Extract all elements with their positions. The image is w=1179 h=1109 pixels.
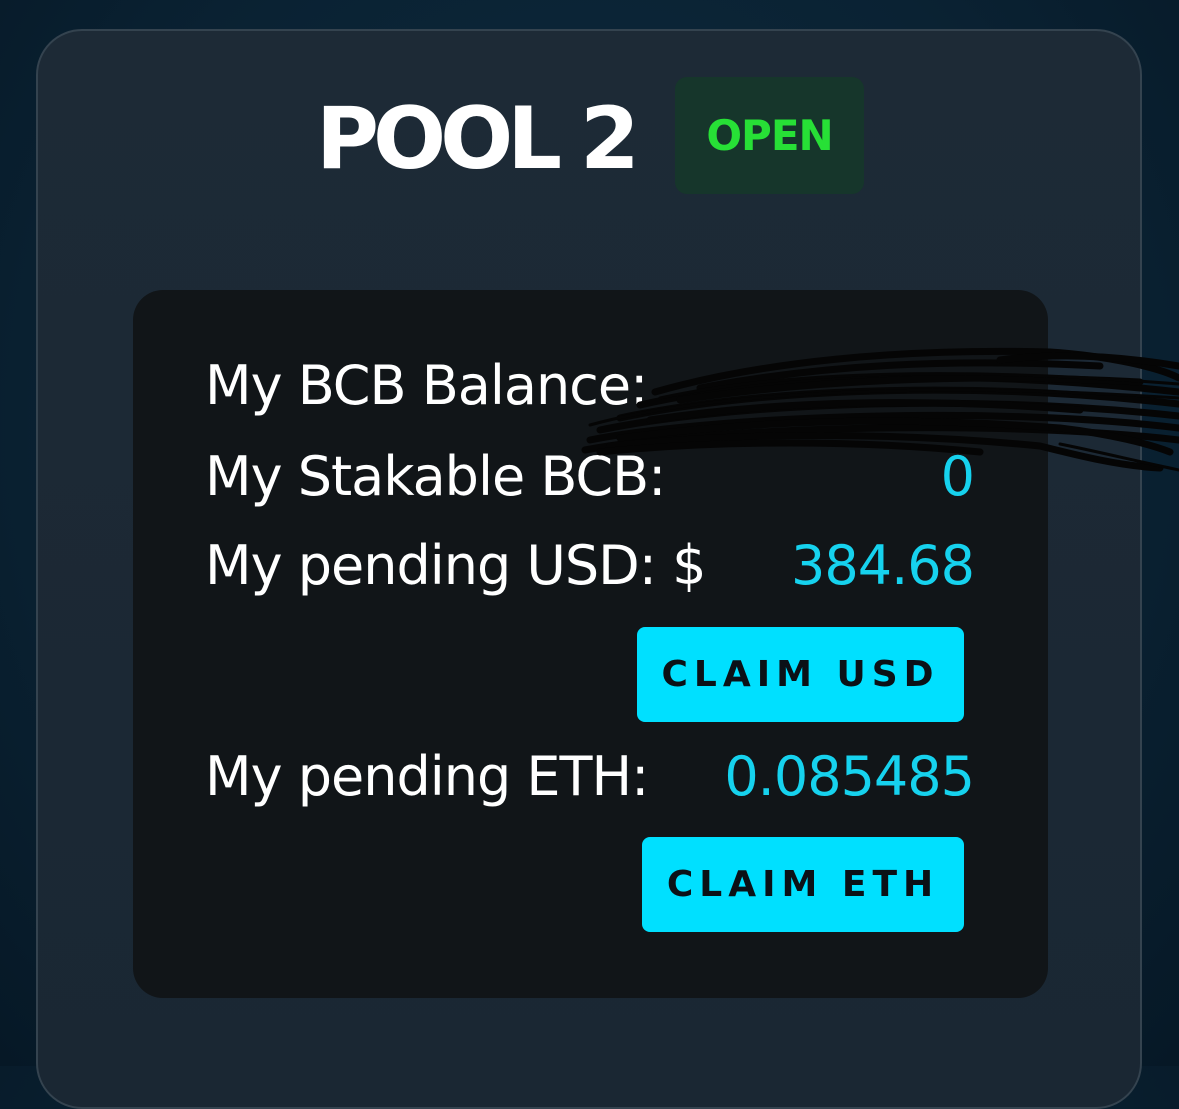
pending-usd-label: My pending USD: $ — [205, 534, 706, 597]
pool-header: POOL 2 OPEN — [38, 77, 1140, 195]
status-badge: OPEN — [675, 77, 864, 194]
claim-eth-button[interactable]: CLAIM ETH — [642, 837, 964, 932]
claim-usd-button[interactable]: CLAIM USD — [637, 627, 964, 722]
stakable-bcb-value: 0 — [940, 445, 975, 508]
pool-title: POOL 2 — [316, 89, 640, 189]
stakable-bcb-label: My Stakable BCB: — [205, 445, 666, 508]
pending-eth-value: 0.085485 — [724, 745, 975, 808]
stats-panel: My BCB Balance: My Stakable BCB: 0 My pe… — [133, 290, 1048, 998]
pool-card: POOL 2 OPEN My BCB Balance: My Stakable … — [36, 29, 1142, 1109]
pending-usd-value: 384.68 — [791, 534, 975, 597]
pending-eth-label: My pending ETH: — [205, 745, 649, 808]
bcb-balance-label: My BCB Balance: — [205, 354, 648, 417]
